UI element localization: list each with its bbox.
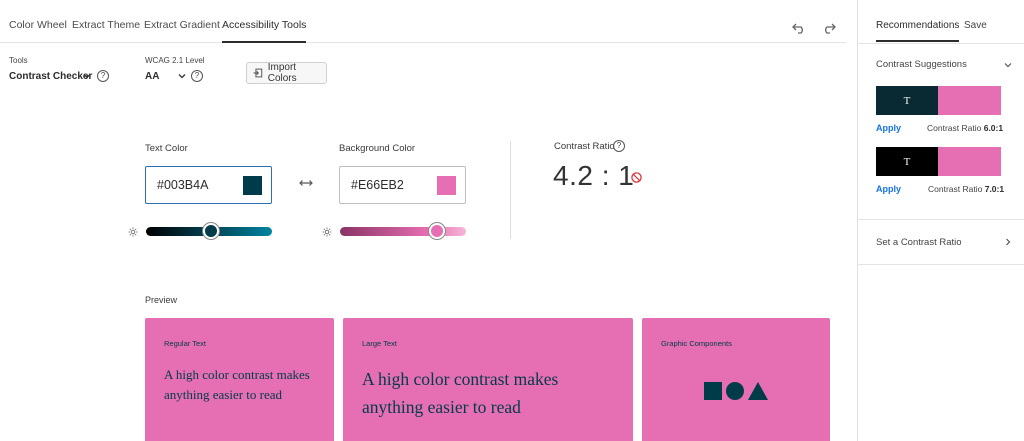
suggestion-text-color: T [876,147,938,176]
undo-icon[interactable] [791,19,807,35]
top-nav: Color Wheel Extract Theme Extract Gradie… [0,0,846,43]
divider [858,219,1024,220]
card-title: Regular Text [164,339,206,348]
apply-button[interactable]: Apply [876,123,901,133]
fail-icon [631,172,642,183]
suggestion-ratio: Contrast Ratio 6.0:1 [927,123,1004,133]
tab-recommendations[interactable]: Recommendations [876,20,960,42]
background-color-label: Background Color [339,143,416,154]
suggestion-bg-color [938,86,1001,115]
chevron-down-icon[interactable] [82,71,92,81]
contrast-suggestions-header[interactable]: Contrast Suggestions [876,59,967,70]
tab-extract-theme[interactable]: Extract Theme [72,19,140,31]
divider [858,43,1024,44]
preview-label: Preview [145,295,178,305]
large-text-sample: A high color contrast makes anything eas… [362,369,559,417]
preview-card-large: Large Text A high color contrast makes a… [343,318,633,441]
brightness-icon [128,227,138,237]
suggestion-swatch: T [876,147,1001,176]
swap-icon[interactable] [299,178,313,188]
brightness-icon [322,227,332,237]
background-color-swatch[interactable] [437,176,456,195]
contrast-ratio-value: 4.2 : 1 [553,160,635,191]
tools-select[interactable]: Contrast Checker [9,71,92,82]
wcag-select[interactable]: AA [145,71,159,82]
text-color-swatch[interactable] [243,176,262,195]
text-color-input[interactable]: #003B4A [145,166,272,204]
tab-color-wheel[interactable]: Color Wheel [9,19,67,31]
contrast-ratio-label: Contrast Ratio [554,141,615,152]
suggestion-ratio: Contrast Ratio 7.0:1 [928,184,1005,194]
text-color-value: #003B4A [157,178,209,192]
card-title: Graphic Components [661,339,732,348]
chevron-down-icon[interactable] [177,71,187,81]
import-colors-label: Import Colors [267,62,297,84]
background-color-slider[interactable] [340,227,466,236]
suggestion-bg-color [938,147,1001,176]
divider [858,264,1024,265]
tools-label: Tools [9,56,28,65]
preview-card-regular: Regular Text A high color contrast makes… [145,318,334,441]
card-title: Large Text [362,339,397,348]
background-color-input[interactable]: #E66EB2 [339,166,466,204]
apply-button[interactable]: Apply [876,184,901,194]
tab-save[interactable]: Save [964,20,987,31]
set-contrast-ratio-item[interactable]: Set a Contrast Ratio [876,237,962,248]
redo-icon[interactable] [821,19,837,35]
contrast-help-icon[interactable]: ? [613,140,625,152]
text-color-slider-thumb[interactable] [203,223,219,239]
tab-extract-gradient[interactable]: Extract Gradient [144,19,220,31]
chevron-down-icon[interactable] [1003,60,1013,70]
suggestion-text-color: T [876,86,938,115]
square-icon [704,382,722,400]
import-icon [253,68,263,78]
preview-card-graphic: Graphic Components [642,318,830,441]
wcag-help-icon[interactable]: ? [191,70,203,82]
circle-icon [726,382,744,400]
wcag-label: WCAG 2.1 Level [145,56,205,65]
background-color-slider-thumb[interactable] [429,223,445,239]
text-color-label: Text Color [145,143,188,154]
graphic-shapes [704,382,768,400]
chevron-right-icon[interactable] [1003,237,1013,247]
regular-text-sample: A high color contrast makes anything eas… [164,367,310,402]
tab-accessibility-tools[interactable]: Accessibility Tools [222,19,307,43]
triangle-icon [748,382,768,400]
tools-help-icon[interactable]: ? [97,70,109,82]
right-panel: Recommendations Save Contrast Suggestion… [857,0,1024,441]
import-colors-button[interactable]: Import Colors [246,62,327,84]
divider [510,141,511,239]
background-color-value: #E66EB2 [351,178,404,192]
suggestion-swatch: T [876,86,1001,115]
